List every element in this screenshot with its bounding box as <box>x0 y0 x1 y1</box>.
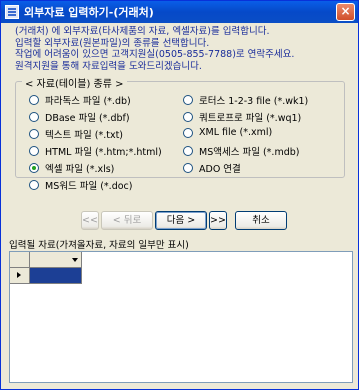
radio-circle[interactable] <box>183 95 193 105</box>
app-icon <box>5 5 19 19</box>
radio-circle[interactable] <box>183 163 193 173</box>
radio-label: MS액세스 파일 (*.mdb) <box>199 147 300 158</box>
radio-label: ADO 연결 <box>199 164 241 175</box>
chevron-down-icon[interactable] <box>72 258 78 262</box>
radio-lotus[interactable]: 로터스 1-2-3 file (*.wk1) <box>183 93 308 107</box>
radio-label: MS워드 파일 (*.doc) <box>45 181 133 192</box>
info-line: (거래처) 에 외부자료(타사제품의 자료, 엑셀자료)를 입력합니다. <box>15 26 270 37</box>
radio-html[interactable]: HTML 파일 (*.htm;*.html) <box>29 144 162 158</box>
back-button[interactable]: < 뒤로 <box>101 211 153 230</box>
radio-label: 로터스 1-2-3 file (*.wk1) <box>199 96 309 107</box>
info-line: 원격지원을 통해 자료입력을 도와드리겠습니다. <box>15 60 202 72</box>
radio-paradox[interactable]: 파라독스 파일 (*.db) <box>29 93 131 107</box>
close-button[interactable]: × <box>336 3 355 21</box>
group-legend: < 자료(테이블) 종류 > <box>22 75 127 90</box>
radio-label: 쿼트로프로 파일 (*.wq1) <box>199 113 302 124</box>
radio-dbase[interactable]: DBase 파일 (*.dbf) <box>29 110 130 124</box>
radio-circle[interactable] <box>29 112 39 122</box>
import-window: 외부자료 입력하기-(거래처) × (거래처) 에 외부자료(타사제품의 자료,… <box>0 0 359 390</box>
radio-circle[interactable] <box>29 146 39 156</box>
radio-label: 텍스트 파일 (*.txt) <box>45 130 123 141</box>
radio-text[interactable]: 텍스트 파일 (*.txt) <box>29 127 123 141</box>
radio-circle[interactable] <box>29 180 39 190</box>
grid-corner <box>10 252 30 268</box>
row-indicator <box>10 268 30 284</box>
radio-circle[interactable] <box>29 129 39 139</box>
window-title: 외부자료 입력하기-(거래처) <box>24 6 154 19</box>
radio-label: 엑셀 파일 (*.xls) <box>45 164 115 175</box>
info-line: 입력할 외부자료(원본파일)의 종류를 선택합니다. <box>15 37 210 49</box>
radio-circle[interactable] <box>183 127 193 138</box>
next-button[interactable]: 다음 > <box>155 211 207 230</box>
radio-msword[interactable]: MS워드 파일 (*.doc) <box>29 178 132 192</box>
last-button[interactable]: >> <box>209 211 227 230</box>
file-type-group: < 자료(테이블) 종류 > 파라독스 파일 (*.db) DBase 파일 (… <box>15 75 345 192</box>
grid-cell-selected[interactable] <box>30 268 82 284</box>
radio-label: DBase 파일 (*.dbf) <box>45 113 130 124</box>
column-header-dropdown[interactable] <box>30 252 82 268</box>
radio-label: XML file (*.xml) <box>199 127 273 138</box>
radio-msaccess[interactable]: MS액세스 파일 (*.mdb) <box>183 144 299 158</box>
radio-circle[interactable] <box>183 112 193 122</box>
radio-label: HTML 파일 (*.htm;*.html) <box>45 147 162 158</box>
first-button[interactable]: << <box>81 211 99 230</box>
radio-circle-selected[interactable] <box>29 163 39 173</box>
title-bar[interactable]: 외부자료 입력하기-(거래처) × <box>1 1 358 23</box>
radio-ado[interactable]: ADO 연결 <box>183 161 241 175</box>
radio-excel[interactable]: 엑셀 파일 (*.xls) <box>29 161 114 175</box>
cancel-button[interactable]: 취소 <box>235 211 287 230</box>
radio-circle[interactable] <box>29 95 39 105</box>
radio-circle[interactable] <box>183 146 193 156</box>
radio-quattro[interactable]: 쿼트로프로 파일 (*.wq1) <box>183 110 301 124</box>
radio-xml[interactable]: XML file (*.xml) <box>183 127 272 138</box>
radio-label: 파라독스 파일 (*.db) <box>45 96 131 107</box>
info-text: (거래처) 에 외부자료(타사제품의 자료, 엑셀자료)를 입력합니다. 입력할… <box>15 26 345 72</box>
info-line: 작업에 어려움이 있으면 고객지원실(0505-855-7788)로 연락주세요… <box>15 49 295 60</box>
grid-label: 입력될 자료(가져올자료, 자료의 일부만 표시) <box>9 240 189 251</box>
preview-grid[interactable] <box>9 251 353 383</box>
